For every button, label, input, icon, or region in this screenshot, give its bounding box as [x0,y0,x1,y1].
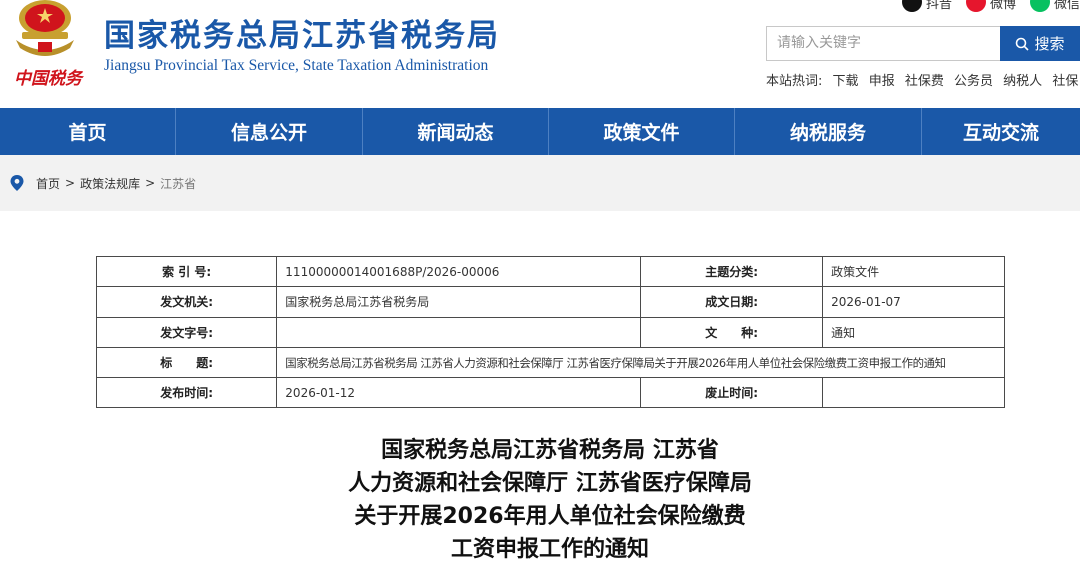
written-date-label: 成文日期: [640,286,824,318]
table-row: 发文字号: 文 种: 通知 [95,316,1005,348]
title-value: 国家税务总局江苏省税务局 江苏省人力资源和社会保障厅 江苏省医疗保障局关于开展2… [276,346,1005,379]
document-number-label: 发文字号: [95,316,278,348]
hotword-link[interactable]: 申报 [869,74,895,89]
nav-item-tax-service[interactable]: 纳税服务 [735,108,922,155]
issuing-agency-value: 国家税务总局江苏省税务局 [276,286,642,318]
hotword-link[interactable]: 纳税人 [1003,74,1042,89]
article-title: 国家税务总局江苏省税务局 江苏省 人力资源和社会保障厅 江苏省医疗保障局 关于开… [200,434,900,566]
hotwords: 本站热词: 下载 申报 社保费 公务员 纳税人 社保 [766,70,1080,89]
site-header: 中国税务 国家税务总局江苏省税务局 Jiangsu Provincial Tax… [0,0,1080,108]
social-links: 抖音 微博 微信 [901,0,1080,12]
nav-item-news[interactable]: 新闻动态 [363,108,549,155]
nav-item-interaction[interactable]: 互动交流 [922,108,1080,155]
index-number-label: 索 引 号: [95,255,278,288]
written-date-value: 2026-01-07 [822,286,1005,318]
breadcrumb-separator: > [145,176,156,190]
hotword-link[interactable]: 公务员 [954,74,993,89]
search-input[interactable]: 请输入关键字 [766,26,1000,61]
social-wechat-label: 微信 [1053,0,1080,12]
social-weibo-label: 微博 [989,0,1016,12]
article-title-line: 人力资源和社会保障厅 江苏省医疗保障局 [348,471,752,496]
repeal-time-label: 废止时间: [640,377,824,409]
document-type-label: 文 种: [640,316,824,348]
topic-category-value: 政策文件 [822,255,1005,288]
tax-emblem-icon [16,0,74,56]
table-row: 索 引 号: 11100000014001688P/2026-00006 主题分… [95,255,1005,288]
main-nav: 首页 信息公开 新闻动态 政策文件 纳税服务 互动交流 [0,108,1080,155]
index-number-value: 11100000014001688P/2026-00006 [276,255,642,288]
social-douyin[interactable]: 抖音 [901,0,952,12]
publish-time-label: 发布时间: [95,377,278,409]
weibo-icon [965,0,986,12]
breadcrumb-policy-library[interactable]: 政策法规库 [80,175,140,192]
douyin-icon [901,0,922,12]
table-row: 发文机关: 国家税务总局江苏省税务局 成文日期: 2026-01-07 [95,286,1005,318]
site-subtitle: Jiangsu Provincial Tax Service, State Ta… [104,57,489,74]
search-button-label: 搜索 [1034,35,1065,53]
document-info-table: 索 引 号: 11100000014001688P/2026-00006 主题分… [95,255,1005,409]
document-number-value [276,316,642,348]
china-tax-logo-text: 中国税务 [14,69,82,89]
breadcrumb-separator: > [65,176,76,190]
publish-time-value: 2026-01-12 [276,377,642,409]
document-type-value: 通知 [822,316,1005,348]
hotword-link[interactable]: 社保费 [905,74,944,89]
social-weibo[interactable]: 微博 [965,0,1016,12]
article-title-line: 国家税务总局江苏省税务局 江苏省 [381,438,719,463]
repeal-time-value [822,377,1005,409]
nav-item-home[interactable]: 首页 [0,108,176,155]
article-title-line: 工资申报工作的通知 [450,537,649,562]
title-label: 标 题: [95,346,278,379]
location-pin-icon [10,175,24,191]
search-icon [1016,37,1030,51]
nav-item-info-disclosure[interactable]: 信息公开 [176,108,363,155]
nav-item-policy[interactable]: 政策文件 [549,108,735,155]
social-wechat[interactable]: 微信 [1029,0,1080,12]
breadcrumb: 首页 > 政策法规库 > 江苏省 [0,155,1080,211]
breadcrumb-home[interactable]: 首页 [36,175,60,192]
table-row: 标 题: 国家税务总局江苏省税务局 江苏省人力资源和社会保障厅 江苏省医疗保障局… [95,346,1005,379]
article-title-line: 关于开展2026年用人单位社会保险缴费 [354,504,746,529]
hotwords-label: 本站热词: [766,74,823,89]
hotword-link[interactable]: 下载 [833,74,859,89]
issuing-agency-label: 发文机关: [95,286,278,318]
wechat-icon [1029,0,1050,12]
hotword-link[interactable]: 社保 [1052,74,1078,89]
topic-category-label: 主题分类: [640,255,824,288]
search-button[interactable]: 搜索 [1000,26,1080,61]
social-douyin-label: 抖音 [925,0,952,12]
table-row: 发布时间: 2026-01-12 废止时间: [95,377,1005,409]
breadcrumb-current: 江苏省 [160,176,197,191]
site-title[interactable]: 国家税务总局江苏省税务局 [104,10,500,55]
